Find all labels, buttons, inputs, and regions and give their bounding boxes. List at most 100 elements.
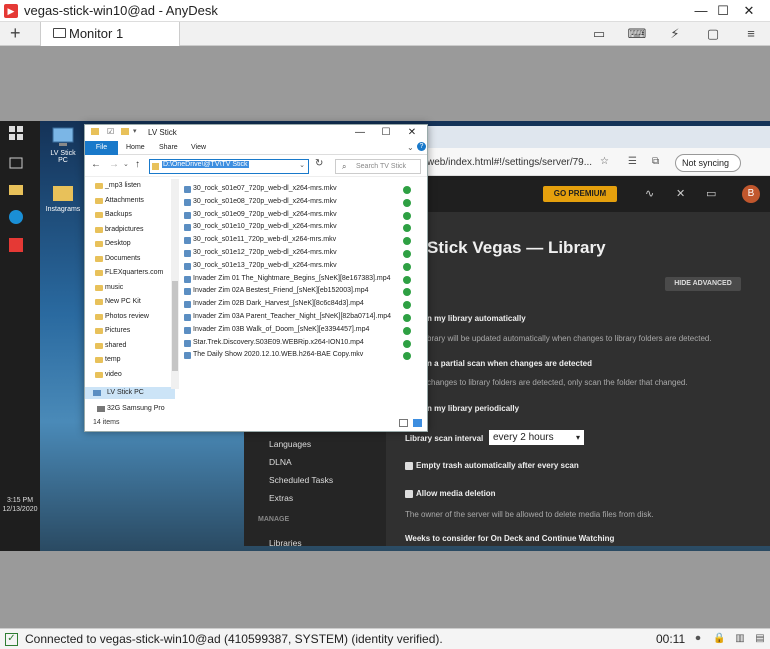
nav-item[interactable]: bradpictures (95, 226, 144, 233)
start-icon[interactable] (8, 125, 32, 145)
empty-trash-checkbox[interactable] (405, 462, 413, 470)
hide-advanced-button[interactable]: HIDE ADVANCED (665, 277, 741, 291)
chevron-down-icon: ▾ (575, 433, 580, 442)
ribbon-tab-home[interactable]: Home (126, 144, 145, 151)
tab-monitor-1[interactable]: Monitor 1 (40, 22, 180, 46)
favorites-list-icon[interactable]: ☰ (628, 156, 637, 167)
refresh-icon[interactable]: ↻ (315, 158, 323, 169)
nav-item[interactable]: Backups (95, 211, 132, 218)
explorer-close-button[interactable]: ✕ (399, 126, 425, 140)
file-row[interactable]: 30_rock_s01e12_720p_web-dl_x264-mrs.mkv (184, 249, 337, 257)
record-icon[interactable]: ⏺ (692, 633, 704, 645)
setting-partial-scan[interactable]: n a partial scan when changes are detect… (427, 359, 592, 368)
nav-item[interactable]: Attachments (95, 196, 144, 204)
favorite-icon[interactable]: ☆ (600, 156, 609, 167)
anydesk-taskbar-icon[interactable] (8, 237, 32, 257)
task-view-icon[interactable] (8, 155, 32, 175)
collections-icon[interactable]: ⧉ (652, 156, 659, 167)
nav-item[interactable]: music (95, 284, 123, 291)
forward-icon[interactable]: → (109, 159, 119, 170)
sidebar-item-languages[interactable]: Languages (269, 439, 311, 449)
recent-locations-icon[interactable]: ⌄ (123, 160, 129, 168)
nav-item[interactable]: Photos review (95, 313, 149, 320)
new-tab-button[interactable]: + (10, 22, 21, 44)
nav-item-drive[interactable]: 32G Samsung Pro (93, 403, 183, 415)
nav-item[interactable]: shared (95, 342, 126, 349)
folder-icon (95, 183, 103, 189)
large-icons-view-icon[interactable] (413, 419, 422, 427)
customize-toolbar-icon[interactable]: ▾ (133, 127, 137, 135)
sidebar-item-dlna[interactable]: DLNA (269, 457, 292, 467)
new-folder-icon[interactable] (121, 128, 129, 135)
ribbon-tab-view[interactable]: View (191, 144, 206, 151)
nav-item[interactable]: FLEXquarters.com (95, 269, 163, 276)
chat-icon[interactable]: ▭ (588, 24, 610, 44)
lock-icon[interactable]: 🔒 (713, 633, 725, 645)
nav-item-label: Attachments (105, 196, 144, 204)
scan-interval-select[interactable]: every 2 hours ▾ (489, 430, 584, 445)
nav-item[interactable]: Pictures (95, 327, 130, 334)
keyboard-icon[interactable]: ⌨ (626, 24, 648, 44)
file-row[interactable]: Invader Zim 02A Bestest_Friend_[sNeK][eb… (184, 287, 369, 296)
taskbar-clock[interactable]: 3:15 PM 12/13/2020 (0, 496, 40, 514)
expand-ribbon-icon[interactable]: ⌄ (407, 143, 414, 152)
nav-item-lv-stick-pc[interactable]: LV Stick PC (85, 387, 175, 399)
nav-item[interactable]: _mp3 listen (95, 182, 141, 189)
file-transfer-icon[interactable]: ▤ (754, 633, 766, 645)
details-view-icon[interactable] (399, 419, 408, 427)
file-row[interactable]: Invader Zim 03A Parent_Teacher_Night_[sN… (184, 313, 391, 321)
nav-item[interactable]: Documents (95, 255, 140, 262)
help-icon[interactable]: ? (417, 142, 426, 151)
back-icon[interactable]: ← (91, 159, 101, 170)
ribbon-tab-share[interactable]: Share (159, 144, 178, 151)
desktop-icon-lv-stick-pc[interactable]: LV Stick PC (45, 126, 81, 164)
cast-icon[interactable]: ▭ (706, 187, 716, 200)
file-row[interactable]: 30_rock_s01e09_720p_web-dl_x264-mrs.mkv (184, 211, 337, 219)
up-icon[interactable]: ↑ (135, 159, 140, 170)
ribbon-tab-file[interactable]: File (85, 141, 118, 155)
explorer-minimize-button[interactable]: — (347, 126, 373, 140)
file-row[interactable]: Star.Trek.Discovery.S03E09.WEBRip.x264-I… (184, 339, 364, 347)
nav-item[interactable]: Desktop (95, 240, 131, 247)
file-explorer-icon[interactable] (8, 181, 32, 201)
sidebar-item-extras[interactable]: Extras (269, 493, 293, 503)
file-row[interactable]: 30_rock_s01e11_720p_web-dl_x264-mrs.mkv (184, 236, 336, 245)
explorer-address-input[interactable]: D:\OneDrive\@TV\TV Stick ⌄ (149, 159, 309, 174)
file-row[interactable]: Invader Zim 03B Walk_of_Doom_[sNeK][e339… (184, 326, 369, 334)
file-row[interactable]: Invader Zim 02B Dark_Harvest_[sNeK][8c6c… (184, 300, 364, 309)
avatar[interactable]: B (742, 185, 760, 203)
menu-icon[interactable]: ≡ (740, 24, 762, 44)
setting-periodic-scan[interactable]: n my library periodically (427, 404, 519, 413)
file-row[interactable]: 30_rock_s01e10_720p_web-dl_x264-mrs.mkv (184, 223, 337, 232)
settings-tools-icon[interactable]: ✕ (676, 187, 685, 200)
close-button[interactable]: ✕ (726, 0, 770, 22)
setting-scan-auto[interactable]: n my library automatically (427, 314, 526, 323)
nav-item[interactable]: temp (95, 356, 121, 363)
file-row[interactable]: 30_rock_s01e13_720p_web-dl_x264-mrs.mkv (184, 262, 337, 270)
go-premium-button[interactable]: GO PREMIUM (543, 186, 617, 202)
nav-item[interactable]: video (95, 371, 122, 378)
nav-item[interactable]: New PC Kit (95, 298, 141, 305)
activity-icon[interactable]: ∿ (645, 187, 654, 200)
file-row[interactable]: The Daily Show 2020.12.10.WEB.h264-BAE C… (184, 351, 363, 360)
action-icon[interactable]: ⚡ (664, 24, 686, 44)
sidebar-item-libraries[interactable]: Libraries (269, 538, 302, 546)
clipboard-icon[interactable]: ▥ (734, 633, 746, 645)
folder-icon (95, 371, 103, 378)
folder-icon (95, 342, 103, 349)
file-row[interactable]: Invader Zim 01 The_Nightmare_Begins_[sNe… (184, 275, 391, 283)
file-row[interactable]: 30_rock_s01e07_720p_web-dl_x264-mrs.mkv (184, 185, 337, 193)
sidebar-item-scheduled-tasks[interactable]: Scheduled Tasks (269, 475, 333, 485)
desktop-icon-instagrams[interactable]: Instagrams (45, 182, 81, 213)
allow-deletion-checkbox[interactable] (405, 490, 413, 498)
browser-url[interactable]: web/index.html#!/settings/server/79... (427, 157, 592, 168)
edge-icon[interactable] (8, 209, 32, 229)
address-dropdown-icon[interactable]: ⌄ (299, 161, 305, 169)
search-input[interactable]: ⌕ Search TV Stick (335, 159, 421, 174)
quick-access-icon[interactable]: ☑ (107, 127, 114, 136)
sync-button[interactable]: Not syncing (675, 154, 741, 172)
explorer-maximize-button[interactable]: ☐ (373, 126, 399, 140)
nav-scrollbar-thumb[interactable] (172, 281, 178, 371)
file-row[interactable]: 30_rock_s01e08_720p_web-dl_x264-mrs.mkv (184, 198, 337, 206)
display-icon[interactable]: ▢ (702, 24, 724, 44)
